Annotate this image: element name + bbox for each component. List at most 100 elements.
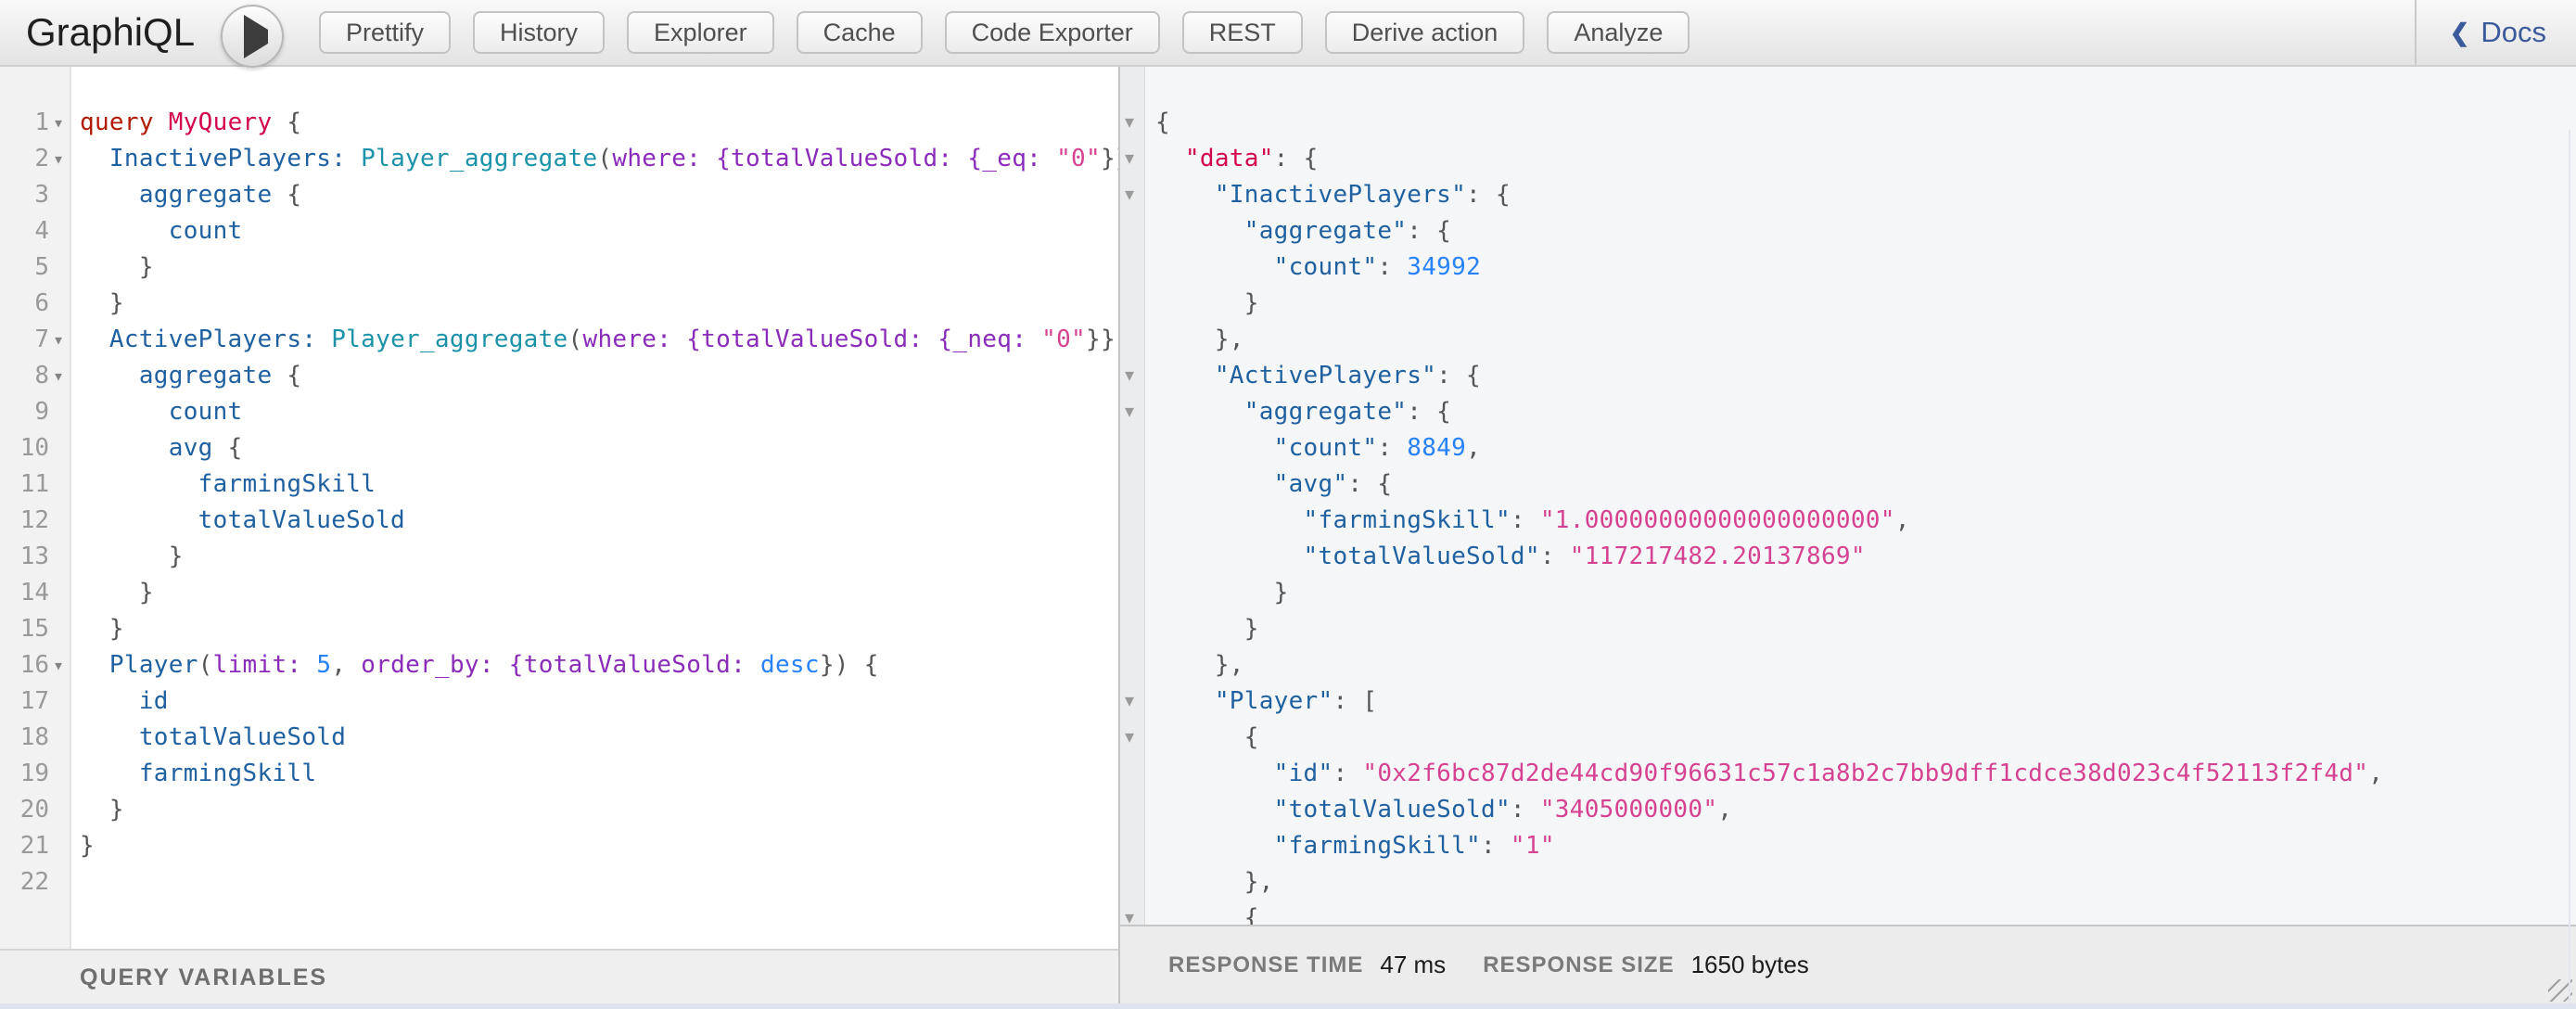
fold-arrow-icon[interactable]: ▾ bbox=[1125, 720, 1134, 756]
code-line[interactable]: totalValueSold bbox=[80, 503, 1118, 539]
code-token: , bbox=[1717, 796, 1732, 824]
code-line[interactable]: avg { bbox=[80, 430, 1118, 466]
toolbar-button-code-exporter[interactable]: Code Exporter bbox=[945, 11, 1160, 54]
code-line[interactable]: totalValueSold bbox=[80, 720, 1118, 756]
code-line[interactable]: "farmingSkill": "1.00000000000000000000"… bbox=[1155, 503, 2576, 539]
code-line[interactable]: "id": "0x2f6bc87d2de44cd90f96631c57c1a8b… bbox=[1155, 756, 2576, 792]
code-line[interactable]: } bbox=[80, 575, 1118, 611]
query-editor[interactable]: query MyQuery { InactivePlayers: Player_… bbox=[73, 65, 1118, 949]
code-line[interactable]: "aggregate": { bbox=[1155, 213, 2576, 249]
response-footer: RESPONSE TIME 47 ms RESPONSE SIZE 1650 b… bbox=[1120, 925, 2576, 1003]
code-token bbox=[1155, 253, 1274, 281]
line-number: 5 bbox=[0, 249, 49, 286]
code-token bbox=[301, 651, 316, 679]
code-token: count bbox=[169, 217, 243, 245]
code-token: "3405000000" bbox=[1540, 796, 1717, 824]
code-token bbox=[80, 145, 109, 172]
code-line[interactable]: ActivePlayers: Player_aggregate(where: {… bbox=[80, 322, 1118, 358]
code-token: } bbox=[1155, 615, 1259, 643]
code-line[interactable]: Player(limit: 5, order_by: {totalValueSo… bbox=[80, 647, 1118, 683]
code-line[interactable]: } bbox=[80, 792, 1118, 828]
toolbar-button-cache[interactable]: Cache bbox=[797, 11, 923, 54]
result-viewer[interactable]: { "data": { "InactivePlayers": { "aggreg… bbox=[1146, 65, 2576, 925]
code-line[interactable]: query MyQuery { bbox=[80, 105, 1118, 141]
code-line[interactable]: } bbox=[80, 539, 1118, 575]
line-number: 8 bbox=[0, 358, 49, 394]
code-line[interactable]: aggregate { bbox=[80, 358, 1118, 394]
fold-arrow-icon[interactable]: ▾ bbox=[1125, 358, 1134, 394]
code-line[interactable]: "count": 34992 bbox=[1155, 249, 2576, 286]
toolbar-button-rest[interactable]: REST bbox=[1182, 11, 1303, 54]
fold-arrow-icon[interactable]: ▾ bbox=[53, 647, 64, 683]
code-line[interactable]: } bbox=[80, 249, 1118, 286]
code-token: 8849 bbox=[1407, 434, 1466, 462]
code-line[interactable]: } bbox=[80, 828, 1118, 864]
code-token: : bbox=[1333, 760, 1362, 787]
query-editor-pane[interactable]: 1▾2▾34567▾8▾910111213141516▾171819202122… bbox=[0, 65, 1118, 1009]
code-line[interactable]: "aggregate": { bbox=[1155, 394, 2576, 430]
code-token: "117217482.20137869" bbox=[1570, 543, 1866, 570]
code-line[interactable]: } bbox=[80, 611, 1118, 647]
line-number: 17 bbox=[0, 683, 49, 720]
code-line[interactable]: "totalValueSold": "3405000000", bbox=[1155, 792, 2576, 828]
line-number: 2 bbox=[0, 141, 49, 177]
toolbar-button-analyze[interactable]: Analyze bbox=[1547, 11, 1690, 54]
code-line[interactable]: farmingSkill bbox=[80, 466, 1118, 503]
code-line[interactable]: "ActivePlayers": { bbox=[1155, 358, 2576, 394]
fold-arrow-icon[interactable]: ▾ bbox=[1125, 394, 1134, 430]
code-line[interactable]: count bbox=[80, 213, 1118, 249]
code-line[interactable]: "farmingSkill": "1" bbox=[1155, 828, 2576, 864]
code-line[interactable]: aggregate { bbox=[80, 177, 1118, 213]
response-size-label: RESPONSE SIZE bbox=[1483, 952, 1674, 978]
code-line[interactable]: count bbox=[80, 394, 1118, 430]
line-number: 11 bbox=[0, 466, 49, 503]
fold-arrow-icon[interactable]: ▾ bbox=[1125, 141, 1134, 177]
toolbar-button-derive-action[interactable]: Derive action bbox=[1325, 11, 1525, 54]
code-line[interactable]: "Player": [ bbox=[1155, 683, 2576, 720]
fold-arrow-icon[interactable]: ▾ bbox=[1125, 105, 1134, 141]
code-line[interactable]: { bbox=[1155, 105, 2576, 141]
code-line[interactable]: "avg": { bbox=[1155, 466, 2576, 503]
code-token: } bbox=[80, 579, 154, 607]
code-token: desc bbox=[760, 651, 820, 679]
execute-button[interactable] bbox=[221, 5, 284, 68]
fold-arrow-icon[interactable]: ▾ bbox=[53, 141, 64, 177]
code-token: { bbox=[1155, 904, 1259, 925]
code-line[interactable]: }, bbox=[1155, 322, 2576, 358]
toolbar-button-history[interactable]: History bbox=[473, 11, 605, 54]
fold-arrow-icon[interactable]: ▾ bbox=[53, 322, 64, 358]
code-token bbox=[1155, 796, 1274, 824]
code-token: where: bbox=[582, 326, 671, 353]
code-line[interactable]: id bbox=[80, 683, 1118, 720]
code-line[interactable]: { bbox=[1155, 720, 2576, 756]
code-line[interactable]: "totalValueSold": "117217482.20137869" bbox=[1155, 539, 2576, 575]
code-line[interactable]: } bbox=[1155, 611, 2576, 647]
code-line[interactable]: { bbox=[1155, 900, 2576, 925]
code-line[interactable]: "data": { bbox=[1155, 141, 2576, 177]
code-token: "farmingSkill" bbox=[1304, 506, 1511, 534]
code-token bbox=[952, 145, 967, 172]
fold-arrow-icon[interactable]: ▾ bbox=[1125, 683, 1134, 720]
fold-arrow-icon[interactable]: ▾ bbox=[53, 105, 64, 141]
code-line[interactable] bbox=[80, 864, 1118, 900]
code-line[interactable]: }, bbox=[1155, 647, 2576, 683]
line-number: 10 bbox=[0, 430, 49, 466]
code-line[interactable]: farmingSkill bbox=[80, 756, 1118, 792]
fold-arrow-icon[interactable]: ▾ bbox=[53, 358, 64, 394]
toolbar-button-prettify[interactable]: Prettify bbox=[319, 11, 451, 54]
fold-arrow-icon[interactable]: ▾ bbox=[1125, 177, 1134, 213]
code-token bbox=[1155, 687, 1215, 715]
code-token bbox=[701, 145, 716, 172]
code-line[interactable]: } bbox=[1155, 286, 2576, 322]
code-token: { bbox=[1155, 109, 1170, 136]
code-line[interactable]: } bbox=[1155, 575, 2576, 611]
query-variables-bar[interactable]: QUERY VARIABLES bbox=[0, 949, 1118, 1003]
toolbar-button-explorer[interactable]: Explorer bbox=[627, 11, 774, 54]
code-line[interactable]: "count": 8849, bbox=[1155, 430, 2576, 466]
code-line[interactable]: }, bbox=[1155, 864, 2576, 900]
code-line[interactable]: } bbox=[80, 286, 1118, 322]
code-token: "aggregate" bbox=[1244, 398, 1408, 426]
code-line[interactable]: "InactivePlayers": { bbox=[1155, 177, 2576, 213]
code-line[interactable]: InactivePlayers: Player_aggregate(where:… bbox=[80, 141, 1118, 177]
docs-button[interactable]: ❮ Docs bbox=[2450, 0, 2546, 65]
